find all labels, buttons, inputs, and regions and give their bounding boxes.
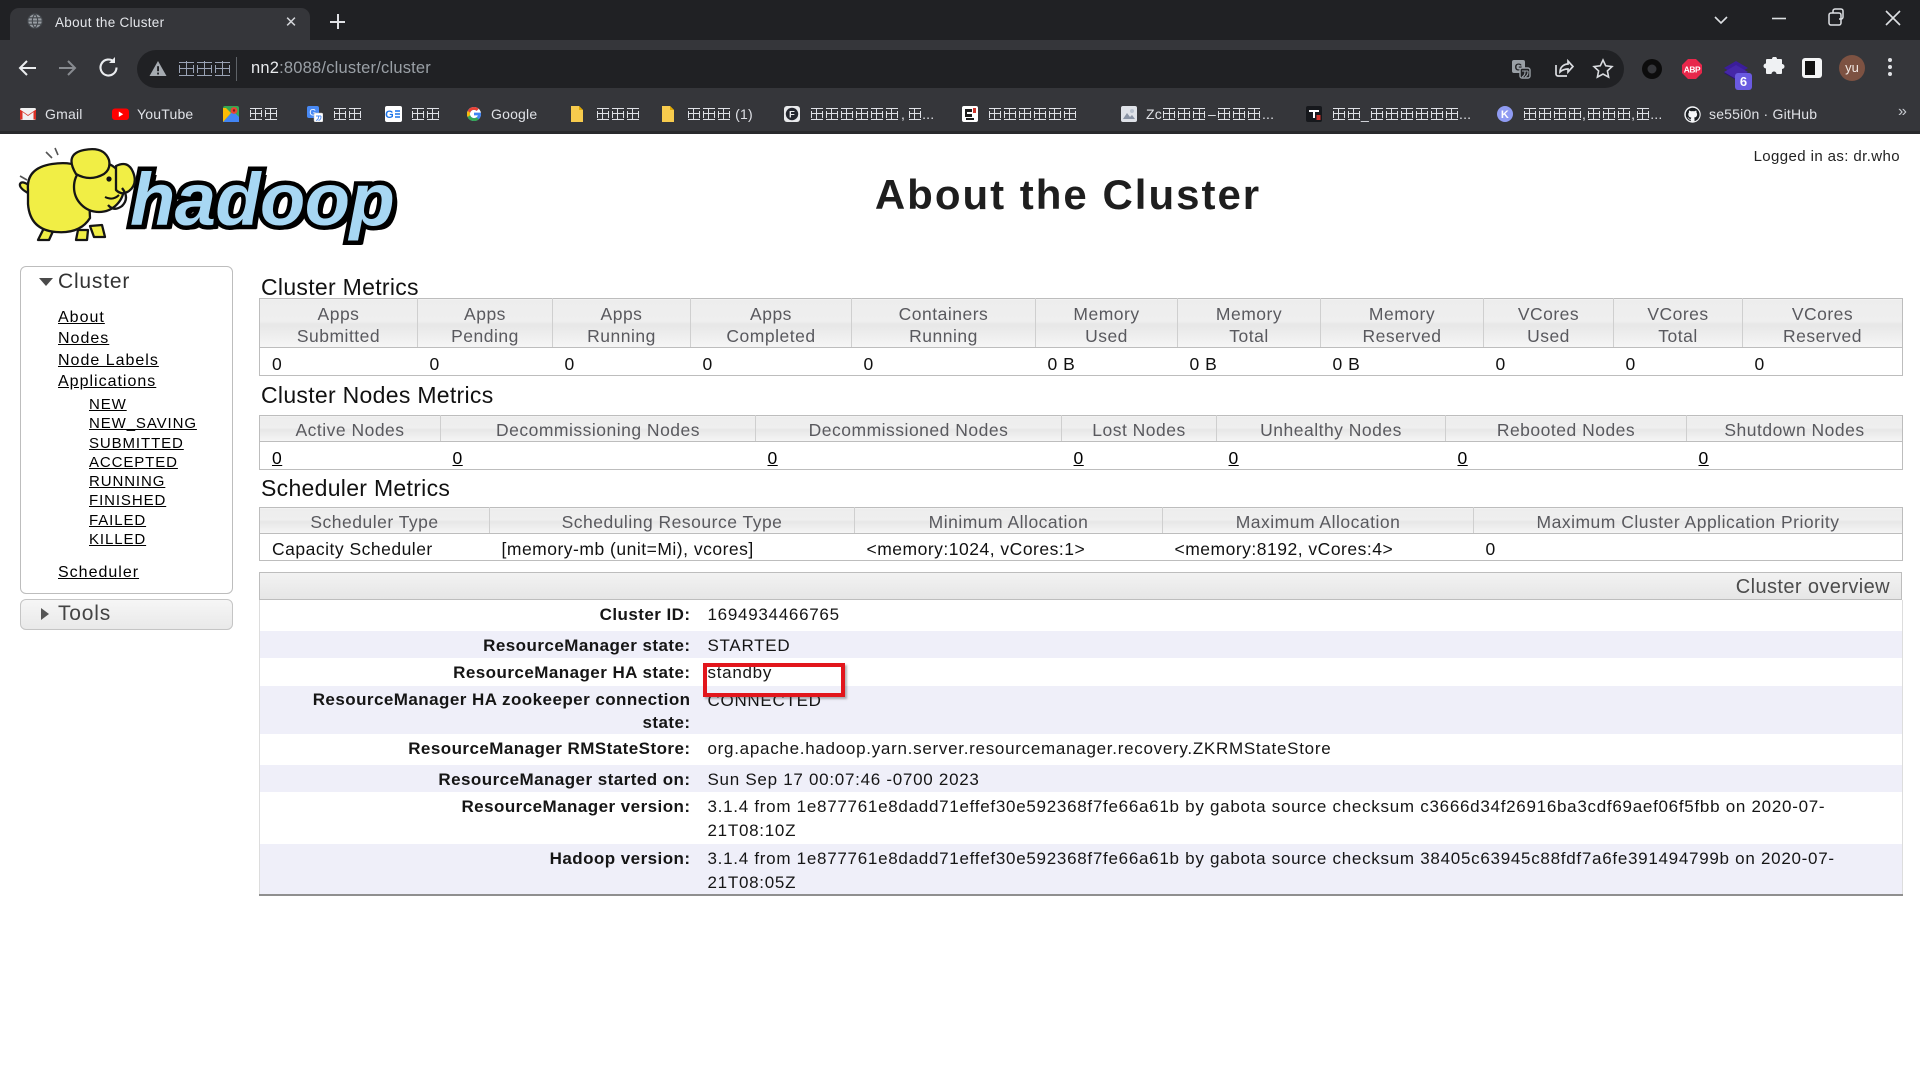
svg-text:G: G [385,109,394,121]
svg-text:K: K [1501,109,1509,121]
svg-text:6: 6 [1740,74,1747,89]
svg-text:hadoop: hadoop [130,158,394,241]
svg-text:ABP: ABP [1684,65,1701,75]
svg-text:F: F [789,110,795,121]
